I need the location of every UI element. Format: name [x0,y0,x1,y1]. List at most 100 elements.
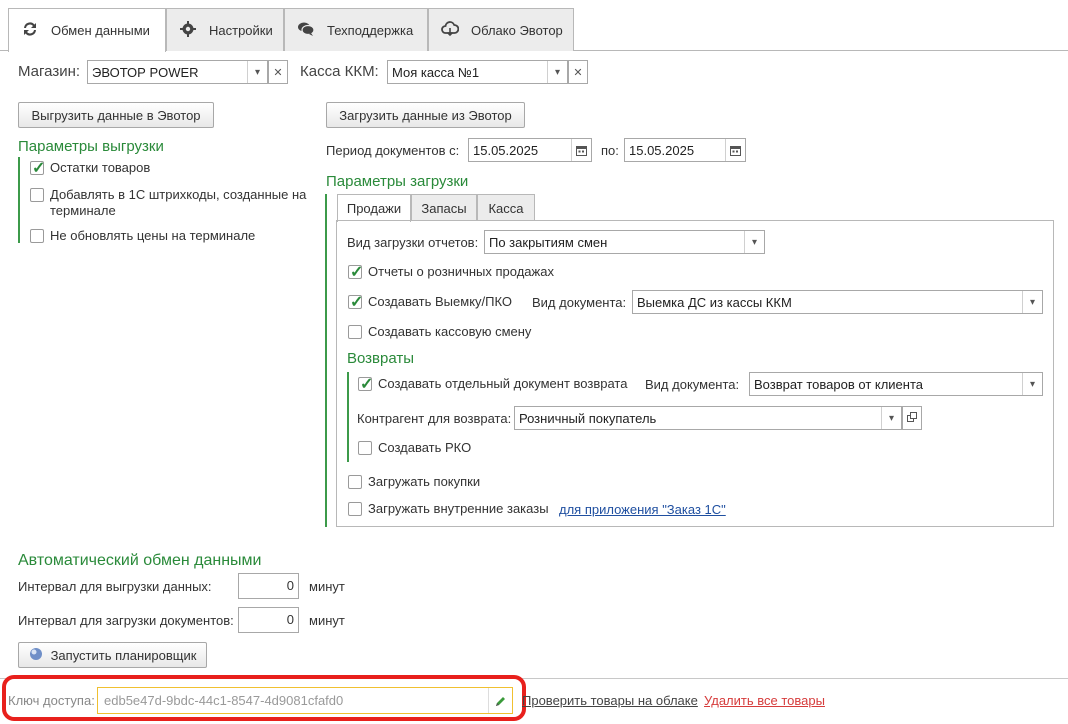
counterparty-label: Контрагент для возврата: [357,411,512,426]
import-interval-unit: минут [309,613,345,628]
counterparty-select[interactable]: Розничный покупатель ▾ [514,406,902,430]
doc-type-label: Вид документа: [532,295,627,310]
date-to-value: 15.05.2025 [629,142,695,158]
checkbox[interactable] [30,188,44,202]
calendar-icon[interactable] [725,139,745,161]
checkmark-icon: ✓ [350,294,364,311]
tab-cash[interactable]: Касса [477,194,535,221]
date-to-field[interactable]: 15.05.2025 [624,138,746,162]
export-button-label: Выгрузить данные в Эвотор [31,107,201,123]
tab-label: Обмен данными [51,23,150,38]
period-to-label: по: [601,143,619,158]
date-from-field[interactable]: 15.05.2025 [468,138,592,162]
counterparty-open-button[interactable] [902,406,922,430]
register-clear-button[interactable]: ✕ [568,60,588,84]
register-value: Моя касса №1 [392,64,480,80]
checkbox-label: Создавать РКО [378,440,472,455]
chevron-down-icon[interactable]: ▾ [881,407,901,429]
store-value: ЭВОТОР POWER [92,64,199,80]
report-type-select[interactable]: По закрытиям смен ▾ [484,230,765,254]
start-scheduler-label: Запустить планировщик [50,647,197,663]
start-scheduler-button[interactable]: Запустить планировщик [18,642,207,668]
create-withdrawal-checkbox[interactable]: ✓ Создавать Выемку/ПКО [348,294,512,311]
period-label: Период документов с: [326,143,460,158]
checkbox[interactable] [348,325,362,339]
chevron-down-icon[interactable]: ▾ [744,231,764,253]
checkbox-label: Загружать покупки [368,474,481,489]
checkbox[interactable] [358,441,372,455]
counterparty-value: Розничный покупатель [519,410,657,426]
store-label: Магазин: [18,63,81,80]
checkbox[interactable] [30,229,44,243]
import-button[interactable]: Загрузить данные из Эвотор [326,102,525,128]
calendar-icon[interactable] [571,139,591,161]
checkmark-icon: ✓ [32,160,46,177]
store-select[interactable]: ЭВОТОР POWER ▾ [87,60,268,84]
return-doc-select[interactable]: Возврат товаров от клиента ▾ [749,372,1043,396]
tab-sales[interactable]: Продажи [337,194,411,222]
checkbox-label-line1: Добавлять в 1С штрихкоды, созданные на [50,187,307,202]
export-option-no-price-update[interactable]: Не обновлять цены на терминале [30,228,255,243]
returns-bar [347,372,349,462]
doc-type-select[interactable]: Выемка ДС из кассы ККМ ▾ [632,290,1043,314]
import-interval-input[interactable]: 0 [238,607,299,633]
load-orders-checkbox[interactable]: Загружать внутренние заказы [348,501,549,516]
chevron-down-icon[interactable]: ▾ [247,61,267,83]
separate-return-checkbox[interactable]: ✓ Создавать отдельный документ возврата [358,376,627,393]
close-icon: ✕ [573,66,583,79]
cloud-icon [441,20,460,41]
checkbox-label: Добавлять в 1С штрихкоды, созданные на т… [50,187,306,219]
tab-support[interactable]: Техподдержка [284,8,428,51]
store-clear-button[interactable]: ✕ [268,60,288,84]
tab-evotor-cloud[interactable]: Облако Эвотор [428,8,574,51]
tab-data-exchange[interactable]: Обмен данными [8,8,166,52]
checkmark-icon: ✓ [360,376,374,393]
retail-reports-checkbox[interactable]: ✓ Отчеты о розничных продажах [348,264,554,281]
export-option-barcodes[interactable]: Добавлять в 1С штрихкоды, созданные на т… [30,187,306,219]
export-option-stock[interactable]: ✓ Остатки товаров [30,160,151,177]
checkbox-label: Загружать внутренние заказы [368,501,549,516]
chat-icon [297,20,315,41]
register-select[interactable]: Моя касса №1 ▾ [387,60,568,84]
export-interval-label: Интервал для выгрузки данных: [18,579,212,594]
checkbox[interactable]: ✓ [348,294,364,311]
export-button[interactable]: Выгрузить данные в Эвотор [18,102,214,128]
return-doc-value: Возврат товаров от клиента [754,376,924,392]
tab-stock[interactable]: Запасы [411,194,477,221]
chevron-down-icon[interactable]: ▾ [1022,291,1042,313]
checkbox-label-line2: терминале [50,203,116,218]
tab-settings[interactable]: Настройки [166,8,284,51]
export-params-bar [18,157,20,243]
returns-title: Возвраты [347,350,415,367]
checkbox[interactable] [348,475,362,489]
create-shift-checkbox[interactable]: Создавать кассовую смену [348,324,531,339]
checkbox-label: Создавать кассовую смену [368,324,532,339]
chevron-down-icon[interactable]: ▾ [1022,373,1042,395]
chevron-down-icon[interactable]: ▾ [547,61,567,83]
tab-label: Касса [488,200,524,216]
tab-label: Техподдержка [327,22,414,38]
checkbox[interactable]: ✓ [358,376,374,393]
doc-type-value: Выемка ДС из кассы ККМ [637,294,792,310]
return-doc-label: Вид документа: [645,377,740,392]
load-purchases-checkbox[interactable]: Загружать покупки [348,474,480,489]
check-cloud-products-link[interactable]: Проверить товары на облаке [522,693,698,708]
checkbox[interactable]: ✓ [348,264,363,281]
sync-icon [21,20,39,41]
tab-label: Продажи [346,201,402,216]
checkbox[interactable]: ✓ [30,160,46,177]
export-params-title: Параметры выгрузки [18,138,164,155]
tab-label: Облако Эвотор [471,22,563,38]
import-button-label: Загрузить данные из Эвотор [339,107,512,123]
auto-exchange-title: Автоматический обмен данными [18,552,262,569]
create-rko-checkbox[interactable]: Создавать РКО [358,440,471,455]
export-interval-input[interactable]: 0 [238,573,299,599]
date-from-value: 15.05.2025 [473,142,539,158]
orders-app-link[interactable]: для приложения "Заказ 1С" [559,502,726,517]
checkbox[interactable] [348,502,362,516]
import-params-bar [325,194,327,527]
close-icon: ✕ [273,66,283,79]
delete-all-products-link[interactable]: Удалить все товары [704,693,825,708]
export-interval-unit: минут [309,579,345,594]
checkbox-label: Остатки товаров [50,160,151,175]
